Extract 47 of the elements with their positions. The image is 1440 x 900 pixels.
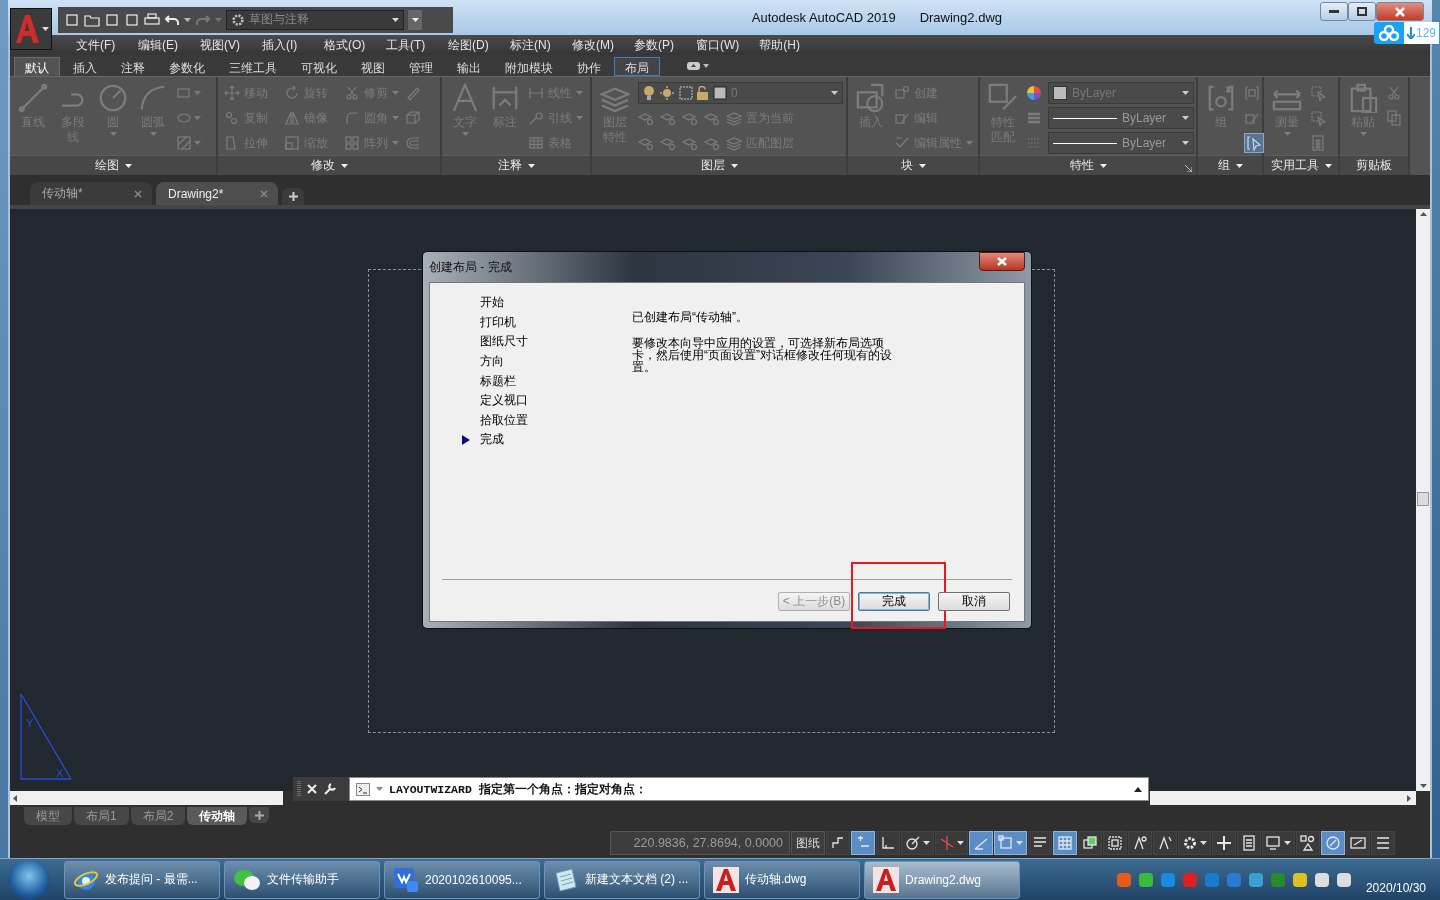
- app-title: Autodesk AutoCAD 2019: [751, 10, 896, 25]
- layout-tab[interactable]: 布局2: [130, 807, 186, 825]
- coordinates-readout: 220.9836, 27.8694, 0.0000: [610, 831, 790, 855]
- step-label: 方向: [480, 353, 504, 371]
- taskbar-button[interactable]: Drawing2.dwg: [864, 860, 1020, 899]
- command-field[interactable]: LAYOUTWIZARD 指定第一个角点：指定对角点：: [349, 777, 1149, 801]
- layout-tab[interactable]: 模型: [24, 807, 72, 825]
- dialog-title: 创建布局 - 完成: [429, 258, 512, 276]
- taskbar-button[interactable]: 传动轴.dwg: [704, 860, 860, 899]
- menu-item[interactable]: 编辑(E): [130, 36, 192, 54]
- menu-item[interactable]: 帮助(H): [751, 36, 814, 54]
- menu-item[interactable]: 格式(O): [316, 36, 378, 54]
- menu-item[interactable]: 参数(P): [626, 36, 688, 54]
- layout-tab[interactable]: 布局1: [74, 807, 129, 825]
- file-tab[interactable]: 传动轴*: [30, 182, 152, 205]
- menu-item[interactable]: 绘图(D): [440, 36, 502, 54]
- step-label: 拾取位置: [480, 411, 528, 429]
- step-label: 完成: [480, 431, 504, 449]
- dialog-button[interactable]: 完成: [858, 592, 930, 611]
- menu-item[interactable]: 修改(M): [564, 36, 626, 54]
- step-label: 标题栏: [480, 372, 516, 390]
- taskbar-button[interactable]: 文件传输助手: [224, 860, 380, 899]
- axis-label: X: [56, 767, 64, 779]
- menu-item[interactable]: 窗口(W): [688, 36, 752, 54]
- help-text: 要修改本向导中应用的设置，可选择新布局选项卡，然后使用“页面设置”对话框修改任何现有的设置。: [632, 337, 892, 373]
- taskbar-button[interactable]: 新建文本文档 (2) ...: [544, 860, 700, 899]
- axis-label: Y: [26, 717, 34, 729]
- taskbar-button[interactable]: 发布提问 - 最需...: [64, 860, 220, 899]
- menu-item[interactable]: 标注(N): [502, 36, 564, 54]
- workspace-dropdown[interactable]: 草图与注释: [226, 9, 404, 30]
- step-label: 定义视口: [480, 392, 528, 410]
- step-label: 开始: [480, 294, 504, 312]
- taskbar-button[interactable]: 2020102610095...: [384, 860, 540, 899]
- status-message: 已创建布局“传动轴”。: [632, 311, 749, 323]
- space-toggle[interactable]: 图纸: [791, 831, 825, 855]
- menu-item[interactable]: 工具(T): [378, 36, 440, 54]
- dialog-button[interactable]: 取消: [938, 592, 1010, 611]
- document-title: Drawing2.dwg: [919, 10, 1002, 25]
- menu-item[interactable]: 文件(F): [68, 36, 130, 54]
- menu-item[interactable]: 视图(V): [192, 36, 254, 54]
- date: 2020/10/30: [1365, 879, 1426, 895]
- step-label: 图纸尺寸: [480, 333, 528, 351]
- command-text: LAYOUTWIZARD 指定第一个角点：指定对角点：: [389, 781, 648, 797]
- layout-tab[interactable]: 传动轴: [187, 807, 248, 825]
- menu-item[interactable]: 插入(I): [254, 36, 316, 54]
- file-tab[interactable]: Drawing2*: [156, 182, 278, 205]
- step-label: 打印机: [480, 313, 516, 331]
